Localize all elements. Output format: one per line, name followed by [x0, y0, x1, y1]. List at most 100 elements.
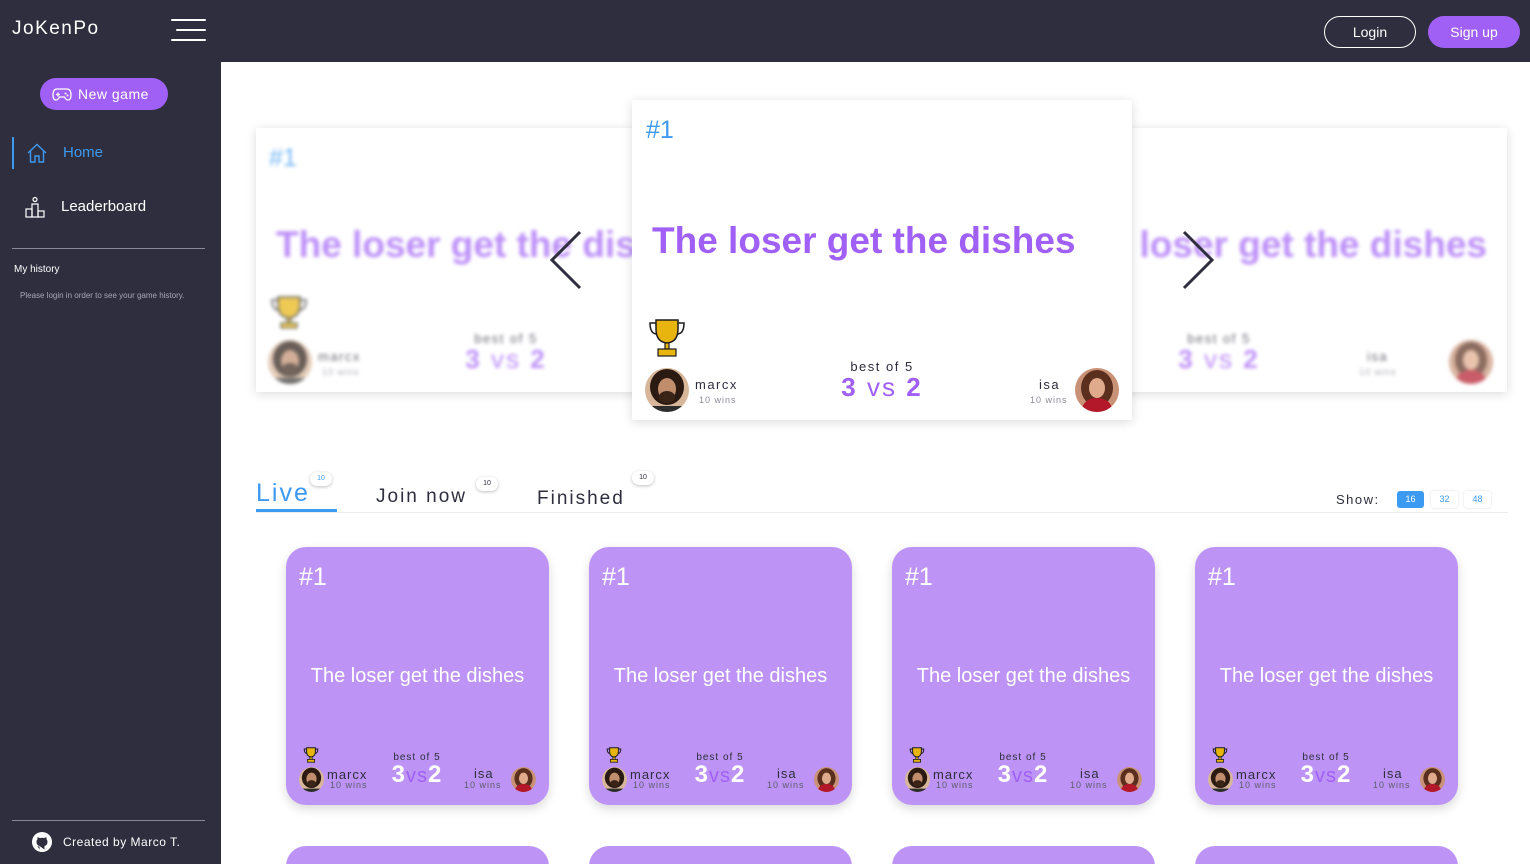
new-game-button[interactable]: New game [40, 78, 168, 110]
score-left: 3 [1178, 344, 1195, 374]
top-bar: JoKenPo Login Sign up [0, 0, 1530, 62]
score-right: 2 [906, 372, 923, 402]
footer[interactable]: Created by Marco T. [32, 832, 212, 854]
score-left: 3 [694, 761, 709, 788]
trophy-icon [649, 319, 685, 357]
game-title: The loser get the dishes [613, 665, 828, 687]
match-score: 3vs2 [680, 761, 760, 789]
score-left: 3 [391, 761, 406, 788]
divider [256, 512, 1508, 513]
game-card[interactable] [892, 846, 1155, 864]
carousel-card-next[interactable]: The loser get the dishes best of 5 3 vs … [1089, 128, 1507, 392]
player2-wins: 10 wins [464, 780, 502, 790]
trophy-icon [303, 747, 319, 763]
score-vs: vs [867, 372, 897, 402]
github-icon [32, 832, 52, 852]
score-left: 3 [1300, 761, 1315, 788]
player2-name: isa [1383, 766, 1403, 781]
score-vs: vs [709, 765, 731, 787]
leaderboard-icon [25, 196, 45, 218]
player1-wins: 10 wins [330, 780, 368, 790]
page-size-option-16[interactable]: 16 [1397, 491, 1424, 508]
trophy-icon [1212, 747, 1228, 763]
page-size-option-48[interactable]: 48 [1464, 491, 1491, 508]
game-rank: #1 [269, 144, 297, 172]
tab-count-badge: 10 [310, 472, 332, 486]
score-vs: vs [1012, 765, 1034, 787]
sidebar: New game Home Leaderboard My history Ple… [0, 62, 221, 864]
game-card[interactable]: #1 The loser get the dishes marcx 10 win… [892, 547, 1155, 805]
tab-count-badge: 10 [632, 471, 654, 485]
player2-name: isa [777, 766, 797, 781]
carousel-next-button[interactable] [1180, 228, 1224, 292]
score-left: 3 [465, 344, 482, 374]
game-title: The loser get the dishes [916, 665, 1131, 687]
score-right: 2 [530, 344, 547, 374]
match-score: 3 vs 2 [1159, 344, 1279, 375]
score-vs: vs [406, 765, 428, 787]
trophy-icon [271, 296, 307, 329]
featured-carousel: #1 The loser get the dishes marcx 10 win… [222, 62, 1530, 462]
page-size-option-32[interactable]: 32 [1431, 491, 1458, 508]
footer-text: Created by Marco T. [63, 835, 181, 849]
score-vs: vs [1204, 344, 1234, 374]
chevron-left-icon [549, 230, 582, 290]
trophy-icon [909, 747, 925, 763]
match-score: 3 vs 2 [822, 372, 942, 403]
login-button[interactable]: Login [1324, 16, 1416, 48]
player2-name: isa [1080, 766, 1100, 781]
score-right: 2 [428, 761, 443, 788]
score-vs: vs [491, 344, 521, 374]
tab-count-badge: 10 [476, 477, 498, 491]
game-title: The loser get the dishes [1219, 665, 1434, 687]
player2-wins: 10 wins [1030, 395, 1068, 405]
sidebar-item-leaderboard[interactable]: Leaderboard [12, 191, 205, 223]
tab-join-now[interactable]: Join now [376, 486, 467, 508]
player2-wins: 10 wins [767, 780, 805, 790]
match-score: 3vs2 [1286, 761, 1366, 789]
player1-avatar [268, 340, 312, 384]
carousel-card-current[interactable]: #1 The loser get the dishes marcx 10 win… [632, 100, 1132, 420]
divider [12, 248, 205, 249]
player2-avatar [1075, 368, 1119, 412]
player1-wins: 10 wins [699, 395, 737, 405]
app-logo[interactable]: JoKenPo [12, 18, 100, 40]
game-card[interactable]: #1 The loser get the dishes marcx 10 win… [589, 547, 852, 805]
sidebar-item-home[interactable]: Home [12, 137, 205, 169]
player2-wins: 10 wins [1070, 780, 1108, 790]
score-left: 3 [997, 761, 1012, 788]
game-card[interactable] [1195, 846, 1458, 864]
score-right: 2 [731, 761, 746, 788]
player1-wins: 10 wins [1239, 780, 1277, 790]
game-title: The loser get the dishes [1089, 224, 1487, 265]
divider [12, 820, 205, 821]
game-card[interactable] [286, 846, 549, 864]
menu-icon[interactable] [171, 19, 206, 41]
match-score: 3vs2 [377, 761, 457, 789]
game-card[interactable]: #1 The loser get the dishes marcx 10 win… [1195, 547, 1458, 805]
player2-wins: 10 wins [1359, 367, 1397, 377]
match-score: 3vs2 [983, 761, 1063, 789]
player1-name: marcx [318, 349, 361, 364]
new-game-label: New game [78, 86, 149, 102]
page-size-label: Show: [1336, 492, 1380, 507]
app: JoKenPo Login Sign up New game Home Lead… [0, 0, 1530, 864]
game-card[interactable]: #1 The loser get the dishes marcx 10 win… [286, 547, 549, 805]
score-right: 2 [1337, 761, 1352, 788]
game-rank: #1 [299, 563, 327, 591]
game-rank: #1 [1208, 563, 1236, 591]
player1-avatar [602, 767, 627, 792]
game-card[interactable] [589, 846, 852, 864]
player2-avatar [511, 767, 536, 792]
tab-finished[interactable]: Finished [537, 488, 625, 510]
signup-button[interactable]: Sign up [1428, 16, 1520, 48]
tab-live[interactable]: Live [256, 479, 310, 508]
player2-avatar [1117, 767, 1142, 792]
game-rank: #1 [905, 563, 933, 591]
player1-wins: 10 wins [322, 367, 360, 377]
history-note: Please login in order to see your game h… [20, 291, 185, 300]
score-left: 3 [841, 372, 858, 402]
carousel-prev-button[interactable] [548, 228, 592, 292]
game-rank: #1 [646, 116, 674, 144]
player2-name: isa [474, 766, 494, 781]
